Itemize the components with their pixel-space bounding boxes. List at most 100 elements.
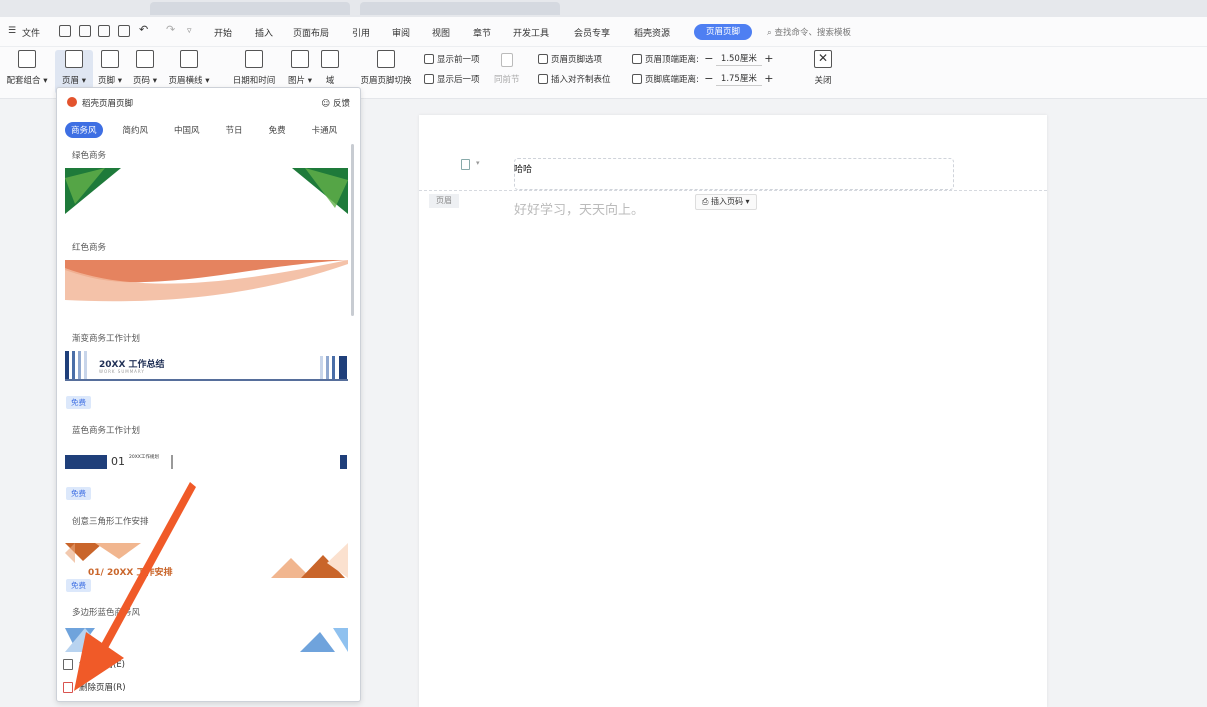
delete-header-item[interactable]: 删除页眉(R) xyxy=(63,681,126,693)
field-label: 域 xyxy=(325,76,335,86)
window-tab[interactable] xyxy=(360,2,560,15)
menu-view[interactable]: 视图 xyxy=(432,26,450,39)
picture-label: 图片 ▾ xyxy=(288,76,312,86)
template-polygon-blue[interactable] xyxy=(65,628,348,654)
menu-layout[interactable]: 页面布局 xyxy=(293,26,329,39)
close-button[interactable]: ✕ 关闭 xyxy=(812,50,834,86)
menu-bar: ☰ 文件 ↶ ↷ ▿ 开始 插入 页面布局 引用 审阅 视图 章节 开发工具 会… xyxy=(0,17,1207,47)
save-icon[interactable] xyxy=(59,25,71,37)
page-number-button[interactable]: 页码 ▾ xyxy=(130,50,160,86)
menu-home[interactable]: 开始 xyxy=(214,26,232,39)
header-distance-increase[interactable]: + xyxy=(762,52,776,66)
menu-insert[interactable]: 插入 xyxy=(255,26,273,39)
hf-options-label: 页眉页脚选项 xyxy=(551,55,603,65)
menu-member[interactable]: 会员专享 xyxy=(574,26,610,39)
footer-distance-input[interactable]: 1.75厘米 xyxy=(715,72,762,86)
command-search[interactable]: ⌕ 查找命令、搜索模板 xyxy=(767,26,851,38)
align-tab-icon xyxy=(538,74,548,84)
insert-page-number-label: 插入页码 ▾ xyxy=(710,197,750,206)
page-number-label: 页码 ▾ xyxy=(133,76,157,86)
footer-icon xyxy=(101,50,119,68)
export-icon[interactable] xyxy=(79,25,91,37)
menu-chapter[interactable]: 章节 xyxy=(473,26,491,39)
menu-file[interactable]: 文件 xyxy=(22,26,40,39)
section-gradient-business: 渐变商务工作计划 xyxy=(72,334,141,344)
footer-distance-increase[interactable]: + xyxy=(762,72,776,86)
header-line-icon xyxy=(180,50,198,68)
same-as-prev-label: 同前节 xyxy=(494,75,520,85)
insert-page-number-button[interactable]: ⎙ 插入页码 ▾ xyxy=(695,194,757,210)
switch-label: 页眉页脚切换 xyxy=(360,76,412,86)
menu-docer[interactable]: 稻壳资源 xyxy=(634,26,670,39)
section-polygon-blue: 多边形蓝色商务风 xyxy=(72,608,141,618)
picture-icon xyxy=(291,50,309,68)
footer-button[interactable]: 页脚 ▾ xyxy=(95,50,125,86)
header-edit-area[interactable] xyxy=(514,158,954,190)
section-green-business: 绿色商务 xyxy=(72,151,107,161)
menu-review[interactable]: 审阅 xyxy=(392,26,410,39)
page-number-small-icon: ⎙ xyxy=(702,197,709,206)
same-as-prev-button[interactable]: 同前节 xyxy=(494,53,520,85)
menu-developer[interactable]: 开发工具 xyxy=(513,26,549,39)
header-doc-icon[interactable] xyxy=(461,159,470,170)
hamburger-icon[interactable]: ☰ xyxy=(8,26,16,36)
print-icon[interactable] xyxy=(98,25,110,37)
picture-button[interactable]: 图片 ▾ xyxy=(285,50,315,86)
header-top-label: 页眉顶端距离: xyxy=(645,55,699,65)
hf-options-button[interactable]: 页眉页脚选项 xyxy=(538,53,602,65)
tab-header-footer[interactable]: 页眉页脚 xyxy=(694,24,752,40)
show-prev-button[interactable]: 显示前一项 xyxy=(424,53,480,65)
customize-icon[interactable]: ▿ xyxy=(187,26,192,36)
panel-scrollbar[interactable] xyxy=(351,144,354,316)
edit-header-icon xyxy=(63,658,73,670)
template-blue-business[interactable] xyxy=(65,453,348,471)
footer-distance-decrease[interactable]: − xyxy=(702,72,716,86)
delete-header-icon xyxy=(63,681,73,693)
header-distance-input[interactable]: 1.50厘米 xyxy=(715,52,762,66)
show-next-label: 显示后一项 xyxy=(437,75,480,85)
show-prev-icon xyxy=(424,54,434,64)
document-page[interactable]: ▾ 哈哈 页眉 好好学习，天天向上。 ⎙ 插入页码 ▾ xyxy=(419,115,1047,707)
switch-icon xyxy=(377,50,395,68)
show-next-button[interactable]: 显示后一项 xyxy=(424,73,480,85)
tab-business[interactable]: 商务风 xyxy=(65,122,103,138)
style-tabs: 商务风 简约风 中国风 节日 免费 卡通风 xyxy=(65,122,357,138)
header-doc-caret[interactable]: ▾ xyxy=(476,159,480,167)
header-boundary xyxy=(419,190,1047,191)
tab-cartoon[interactable]: 卡通风 xyxy=(306,122,344,138)
tab-festival[interactable]: 节日 xyxy=(220,122,249,138)
header-tag: 页眉 xyxy=(429,194,459,208)
menu-references[interactable]: 引用 xyxy=(352,26,370,39)
date-time-button[interactable]: 日期和时间 xyxy=(229,50,279,86)
window-tab[interactable] xyxy=(150,2,350,15)
tab-chinese[interactable]: 中国风 xyxy=(168,122,206,138)
header-text[interactable]: 哈哈 xyxy=(514,162,532,175)
footer-bottom-label: 页脚底端距离: xyxy=(645,75,699,85)
edit-header-item[interactable]: 编辑页眉(E) xyxy=(63,658,125,670)
header-distance-decrease[interactable]: − xyxy=(702,52,716,66)
redo-icon[interactable]: ↷ xyxy=(166,23,175,36)
options-icon xyxy=(538,54,548,64)
tab-simple[interactable]: 简约风 xyxy=(117,122,155,138)
tab-free[interactable]: 免费 xyxy=(263,122,292,138)
insert-align-tab-button[interactable]: 插入对齐制表位 xyxy=(538,73,611,85)
feedback-label: 反馈 xyxy=(332,99,350,109)
field-button[interactable]: 域 xyxy=(320,50,340,86)
header-footer-switch-button[interactable]: 页眉页脚切换 xyxy=(356,50,416,86)
template-green-business[interactable] xyxy=(65,168,348,214)
header-line-button[interactable]: 页眉横线 ▾ xyxy=(166,50,212,86)
show-next-icon xyxy=(424,74,434,84)
body-text[interactable]: 好好学习，天天向上。 xyxy=(514,199,644,218)
page-number-icon xyxy=(136,50,154,68)
tile-sub-gradient: WORK SUMMARY xyxy=(99,369,145,374)
preview-icon[interactable] xyxy=(118,25,130,37)
show-prev-label: 显示前一项 xyxy=(437,55,480,65)
feedback-button[interactable]: ☺ 反馈 xyxy=(321,97,350,109)
combo-button[interactable]: 配套组合 ▾ xyxy=(4,50,50,86)
section-red-business: 红色商务 xyxy=(72,243,107,253)
insert-align-tab-label: 插入对齐制表位 xyxy=(551,75,611,85)
header-line-label: 页眉横线 ▾ xyxy=(168,76,210,86)
header-icon xyxy=(65,50,83,68)
template-red-business[interactable] xyxy=(65,260,348,304)
undo-icon[interactable]: ↶ xyxy=(139,23,148,36)
